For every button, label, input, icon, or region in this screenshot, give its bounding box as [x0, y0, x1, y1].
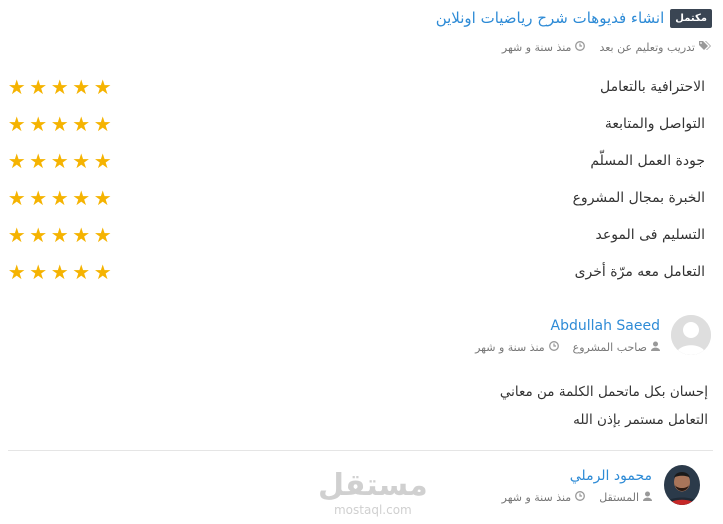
star-icon: ★ — [7, 112, 26, 136]
review-line-1: إحسان بكل ماتحمل الكلمة من معاني — [499, 384, 708, 400]
owner-meta: صاحب المشروع منذ سنة و شهر — [475, 341, 660, 354]
clock-icon — [575, 491, 586, 504]
star-icon: ★ — [50, 186, 69, 210]
user-icon — [643, 491, 652, 504]
star-icon: ★ — [50, 260, 69, 284]
star-icon: ★ — [72, 260, 91, 284]
star-icon: ★ — [29, 260, 48, 284]
star-icon: ★ — [72, 186, 91, 210]
watermark-domain: mostaql.com — [333, 503, 412, 517]
star-icon: ★ — [93, 149, 112, 173]
user-icon — [651, 341, 660, 354]
rating-stars: ★ ★ ★ ★ ★ — [7, 262, 113, 282]
star-icon: ★ — [50, 75, 69, 99]
rating-stars: ★ ★ ★ ★ ★ — [7, 151, 113, 171]
star-icon: ★ — [7, 260, 26, 284]
divider — [8, 450, 713, 451]
rating-label: الخبرة بمجال المشروع — [572, 190, 705, 206]
star-icon: ★ — [29, 75, 48, 99]
rating-stars: ★ ★ ★ ★ ★ — [7, 77, 113, 97]
mostaql-watermark: مستقل mostaql.com — [318, 470, 428, 517]
clock-icon — [575, 40, 586, 54]
star-icon: ★ — [93, 75, 112, 99]
rating-label: الاحترافية بالتعامل — [599, 79, 705, 95]
star-icon: ★ — [93, 112, 112, 136]
star-icon: ★ — [7, 75, 26, 99]
rating-label: التعامل معه مرّة أخرى — [574, 264, 705, 280]
star-icon: ★ — [29, 112, 48, 136]
tags-icon — [699, 40, 712, 54]
star-icon: ★ — [7, 149, 26, 173]
project-meta: تدريب وتعليم عن بعد منذ سنة و شهر — [502, 40, 712, 54]
star-icon: ★ — [7, 186, 26, 210]
owner-time: منذ سنة و شهر — [475, 341, 545, 354]
status-badge: مكتمل — [670, 8, 712, 28]
star-icon: ★ — [29, 149, 48, 173]
rating-label: التواصل والمتابعة — [604, 116, 705, 132]
star-icon: ★ — [72, 223, 91, 247]
star-icon: ★ — [93, 186, 112, 210]
rating-label: التسليم فى الموعد — [595, 227, 706, 243]
freelancer-role: المستقل — [599, 491, 639, 504]
rating-stars: ★ ★ ★ ★ ★ — [7, 188, 113, 208]
project-time: منذ سنة و شهر — [501, 40, 572, 54]
star-icon: ★ — [7, 223, 26, 247]
star-icon: ★ — [29, 223, 48, 247]
star-icon: ★ — [72, 112, 91, 136]
star-icon: ★ — [50, 149, 69, 173]
freelancer-name-link[interactable]: محمود الرملي — [570, 468, 652, 484]
review-line-2: التعامل مستمر بإذن الله — [573, 412, 708, 428]
freelancer-time: منذ سنة و شهر — [501, 491, 572, 504]
star-icon: ★ — [50, 223, 69, 247]
project-title-link[interactable]: انشاء فديوهات شرح رياضيات اونلاين — [436, 8, 665, 28]
owner-role: صاحب المشروع — [572, 341, 647, 354]
rating-stars: ★ ★ ★ ★ ★ — [7, 114, 113, 134]
clock-icon — [548, 341, 559, 354]
owner-avatar[interactable] — [671, 315, 711, 355]
watermark-logo: مستقل — [318, 468, 428, 503]
owner-name-link[interactable]: Abdullah Saeed — [551, 318, 660, 334]
rating-label: جودة العمل المسلّم — [590, 153, 705, 169]
project-category[interactable]: تدريب وتعليم عن بعد — [599, 41, 695, 54]
star-icon: ★ — [93, 260, 112, 284]
project-header: مكتمل انشاء فديوهات شرح رياضيات اونلاين — [436, 8, 712, 28]
star-icon: ★ — [29, 186, 48, 210]
star-icon: ★ — [72, 149, 91, 173]
freelancer-meta: المستقل منذ سنة و شهر — [502, 491, 652, 504]
star-icon: ★ — [72, 75, 91, 99]
rating-stars: ★ ★ ★ ★ ★ — [7, 225, 113, 245]
star-icon: ★ — [93, 223, 112, 247]
freelancer-avatar[interactable] — [664, 465, 700, 505]
star-icon: ★ — [50, 112, 69, 136]
